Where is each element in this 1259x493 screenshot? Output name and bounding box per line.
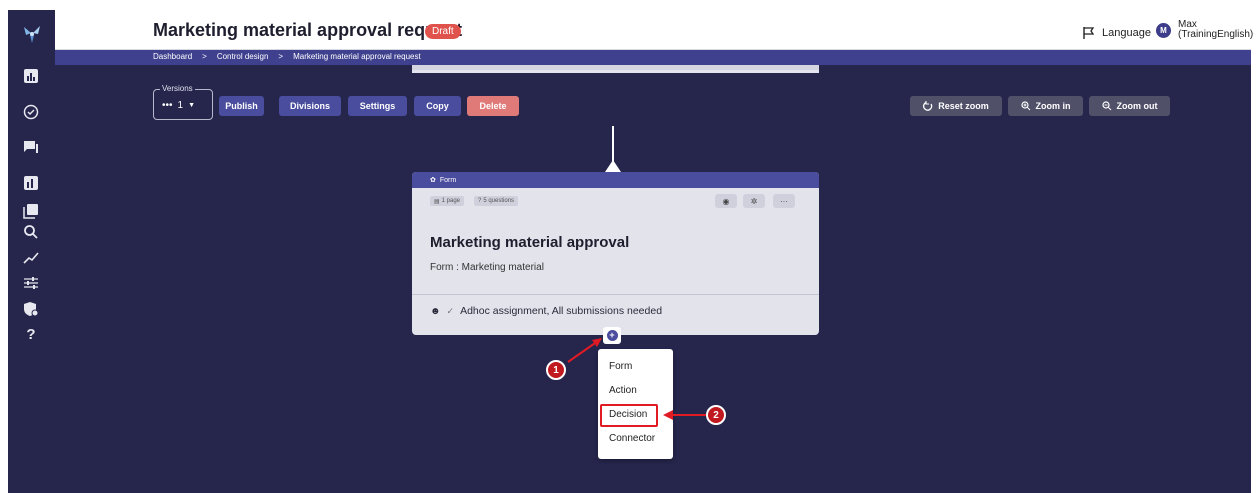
version-dots-icon: ••• bbox=[162, 100, 173, 111]
shield-settings-icon[interactable] bbox=[21, 299, 41, 319]
highlight-box bbox=[600, 404, 658, 427]
check-circle-icon[interactable] bbox=[21, 102, 41, 122]
breadcrumb-separator: > bbox=[202, 52, 207, 61]
menu-item-form[interactable]: Form bbox=[609, 361, 632, 372]
language-label: Language bbox=[1102, 27, 1151, 39]
language-selector[interactable]: Language bbox=[1082, 26, 1151, 40]
top-header: Marketing material approval request Draf… bbox=[55, 10, 1253, 50]
assignment-info: ☻ ✓ Adhoc assignment, All submissions ne… bbox=[430, 305, 662, 317]
copy-button[interactable]: Copy bbox=[414, 96, 461, 116]
plus-icon: + bbox=[606, 330, 618, 341]
card-type-label: Form bbox=[439, 176, 457, 184]
question-icon: ? bbox=[478, 198, 482, 204]
dashboard-icon[interactable] bbox=[21, 66, 41, 86]
avatar: M bbox=[1156, 22, 1171, 38]
zoom-in-label: Zoom in bbox=[1035, 101, 1071, 111]
page-icon: ▤ bbox=[434, 198, 440, 205]
form-type-icon: ✿ bbox=[430, 177, 436, 184]
breadcrumb-separator: > bbox=[278, 52, 284, 61]
reset-icon bbox=[923, 101, 933, 111]
publish-button[interactable]: Publish bbox=[219, 96, 264, 116]
zoom-out-label: Zoom out bbox=[1116, 101, 1158, 111]
card-header: ✿ Form bbox=[412, 172, 819, 188]
card-divider bbox=[412, 294, 819, 295]
breadcrumb: Dashboard > Control design > Marketing m… bbox=[153, 52, 421, 61]
app-logo-icon bbox=[24, 26, 40, 43]
delete-button[interactable]: Delete bbox=[467, 96, 519, 116]
help-icon[interactable]: ? bbox=[21, 324, 41, 344]
library-icon[interactable] bbox=[21, 201, 41, 221]
add-step-button[interactable]: + bbox=[603, 327, 621, 344]
gear-icon[interactable]: ✲ bbox=[743, 194, 765, 208]
versions-value: 1 bbox=[177, 100, 184, 111]
breadcrumb-current: Marketing material approval request bbox=[293, 52, 421, 61]
zoom-out-button[interactable]: Zoom out bbox=[1089, 96, 1170, 116]
double-check-icon: ✓ bbox=[446, 305, 455, 316]
sliders-icon[interactable] bbox=[21, 273, 41, 293]
annotation-step-2: 2 bbox=[706, 405, 726, 425]
status-badge: Draft bbox=[425, 24, 461, 39]
connector-arrow-icon bbox=[605, 160, 621, 172]
user-menu[interactable]: M Max (TrainingEnglish) bbox=[1156, 20, 1253, 40]
versions-select[interactable]: Versions ••• 1 ▼ bbox=[153, 84, 213, 120]
breadcrumb-dashboard[interactable]: Dashboard bbox=[153, 52, 192, 61]
zoom-out-icon bbox=[1101, 101, 1111, 111]
settings-button[interactable]: Settings bbox=[348, 96, 407, 116]
left-sidebar: ? bbox=[8, 10, 55, 493]
chevron-down-icon: ▼ bbox=[188, 102, 196, 109]
user-org: (TrainingEnglish) bbox=[1178, 29, 1254, 40]
menu-item-action[interactable]: Action bbox=[609, 385, 637, 396]
versions-legend: Versions bbox=[160, 84, 195, 93]
report-icon[interactable] bbox=[21, 173, 41, 193]
zoom-in-icon bbox=[1020, 101, 1030, 111]
reset-zoom-label: Reset zoom bbox=[938, 101, 989, 111]
breadcrumb-control-design[interactable]: Control design bbox=[217, 52, 269, 61]
chat-icon[interactable] bbox=[21, 137, 41, 157]
flag-icon bbox=[1083, 27, 1095, 39]
trend-icon[interactable] bbox=[21, 248, 41, 268]
search-icon[interactable] bbox=[21, 222, 41, 242]
annotation-step-1: 1 bbox=[546, 360, 566, 380]
breadcrumb-bar: Dashboard > Control design > Marketing m… bbox=[55, 50, 1251, 65]
menu-item-connector[interactable]: Connector bbox=[609, 433, 655, 444]
pages-chip: ▤ 1 page bbox=[430, 196, 465, 206]
preview-eye-icon[interactable]: ◉ bbox=[715, 194, 737, 208]
more-options-icon[interactable]: ··· bbox=[773, 194, 795, 208]
divisions-button[interactable]: Divisions bbox=[279, 96, 341, 116]
assignee-icon: ☻ bbox=[430, 305, 441, 317]
reset-zoom-button[interactable]: Reset zoom bbox=[910, 96, 1002, 116]
questions-chip: ? 5 questions bbox=[474, 196, 519, 206]
assignment-text: Adhoc assignment, All submissions needed bbox=[460, 305, 663, 317]
zoom-in-button[interactable]: Zoom in bbox=[1008, 96, 1083, 116]
form-node-card[interactable]: ✿ Form ▤ 1 page ? 5 questions ◉ ✲ ··· Ma… bbox=[412, 172, 819, 335]
card-title: Marketing material approval bbox=[430, 234, 630, 251]
page-title: Marketing material approval request bbox=[153, 20, 463, 40]
previous-node[interactable] bbox=[412, 65, 819, 73]
card-subtitle: Form : Marketing material bbox=[430, 262, 544, 273]
